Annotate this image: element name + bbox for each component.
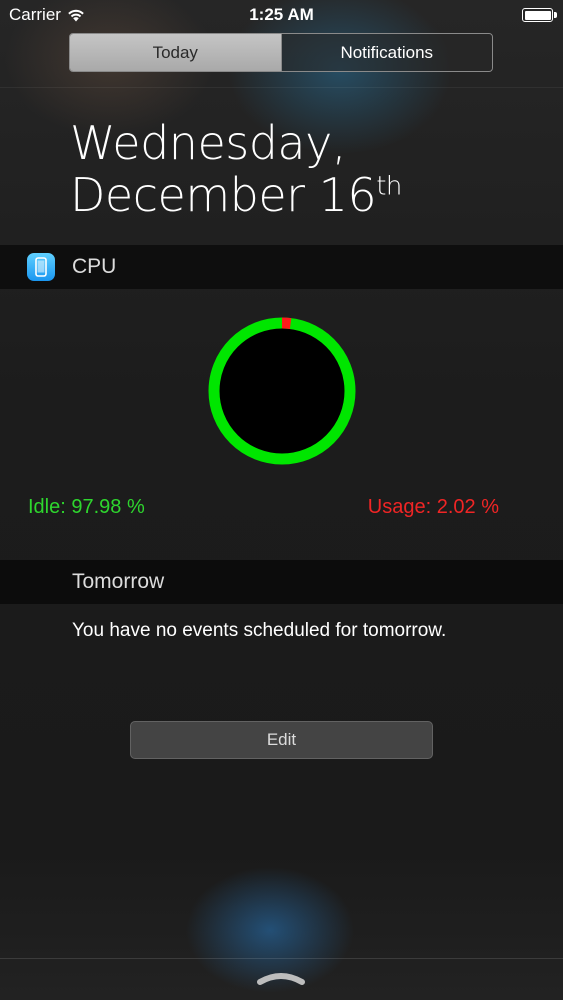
bottom-divider [0,958,563,959]
date-ordinal-suffix: th [376,171,402,202]
date-month-day: December 16th [70,169,402,221]
tomorrow-events-message: You have no events scheduled for tomorro… [72,620,447,641]
grabber-handle-icon[interactable] [256,968,306,988]
phone-icon [35,257,47,277]
date-month-day-text: December 16 [70,168,377,222]
date-weekday: Wednesday, [70,116,346,170]
tomorrow-widget-title: Tomorrow [72,570,165,593]
tomorrow-widget-header[interactable]: Tomorrow [0,560,563,604]
idle-label: Idle: 97.98 % [28,496,145,518]
header-divider [0,87,563,88]
cpu-app-icon [27,253,55,281]
status-bar: Carrier 1:25 AM [0,0,563,30]
date-heading: Wednesday, December 16th [70,117,402,221]
cpu-usage-ring [208,317,356,465]
view-segmented-control: Today Notifications [69,33,493,72]
usage-label: Usage: 2.02 % [367,496,499,518]
cpu-widget-header[interactable]: CPU [0,245,563,289]
tab-notifications[interactable]: Notifications [280,34,492,71]
cpu-widget-title: CPU [72,255,117,278]
battery-icon [522,8,557,22]
usage-arc [281,317,292,330]
edit-button[interactable]: Edit [130,721,433,759]
tab-today[interactable]: Today [70,34,281,71]
status-time: 1:25 AM [249,5,314,24]
